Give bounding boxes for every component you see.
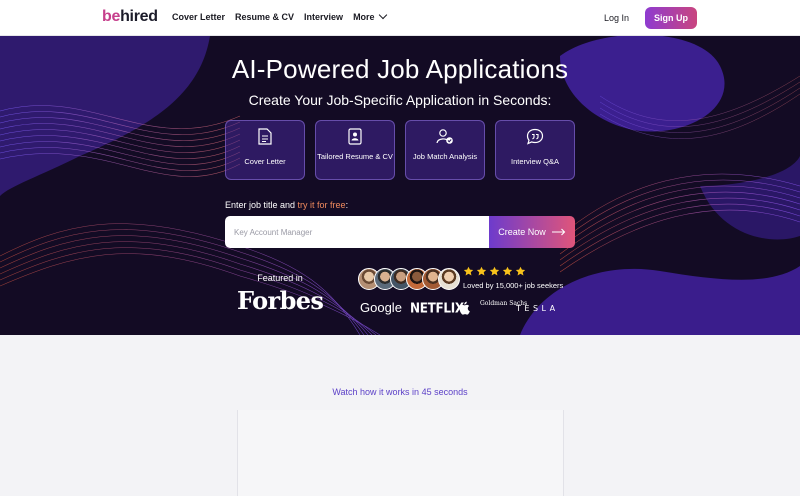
apple-icon (458, 301, 470, 320)
nav-link-interview[interactable]: Interview (304, 12, 343, 22)
prompt-text: Enter job title and (225, 200, 298, 210)
feature-label: Job Match Analysis (412, 152, 478, 161)
feature-label: Interview Q&A (511, 157, 559, 166)
hero-subtitle: Create Your Job-Specific Application in … (248, 92, 552, 108)
chevron-down-icon (378, 10, 387, 20)
nav-link-more-label: More (353, 12, 375, 22)
video-container[interactable] (237, 410, 564, 496)
nav-link-resume-cv[interactable]: Resume & CV (235, 12, 294, 22)
star-icon (502, 266, 513, 276)
feature-label: Tailored Resume & CV (317, 152, 393, 161)
logo-prefix: be (102, 8, 121, 25)
arrow-right-icon (551, 228, 566, 236)
star-icon (489, 266, 500, 276)
document-icon (226, 128, 304, 145)
login-link[interactable]: Log In (604, 13, 629, 23)
avatar (438, 268, 460, 290)
prompt-accent: try it for free (297, 200, 346, 210)
search-prompt: Enter job title and try it for free: (225, 200, 348, 210)
feature-card-tailored-resume[interactable]: Tailored Resume & CV (315, 120, 395, 180)
prompt-end: : (345, 200, 349, 210)
forbes-logo: Forbes (237, 286, 324, 315)
create-now-label: Create Now (498, 227, 546, 237)
netflix-logo: NETFLIX (410, 300, 464, 316)
star-icon (476, 266, 487, 276)
hero-section: AI-Powered Job Applications Create Your … (0, 36, 800, 335)
logo-suffix: hired (120, 8, 158, 25)
chat-quote-icon (496, 128, 574, 145)
logo[interactable]: behired (102, 8, 158, 26)
nav-link-cover-letter[interactable]: Cover Letter (172, 12, 225, 22)
feature-card-job-match[interactable]: Job Match Analysis (405, 120, 485, 180)
tesla-logo: TESLA (516, 304, 559, 313)
star-icon (515, 266, 526, 276)
watch-video-link[interactable]: Watch how it works in 45 seconds (0, 387, 800, 397)
loved-by-text: Loved by 15,000+ job seekers (463, 281, 564, 290)
google-logo: Google (360, 300, 402, 315)
create-now-button[interactable]: Create Now (489, 216, 575, 248)
nav-link-more[interactable]: More (353, 10, 387, 22)
nav-links: Cover Letter Resume & CV Interview More (172, 10, 387, 22)
user-check-icon (406, 128, 484, 145)
resume-icon (316, 128, 394, 145)
feature-card-cover-letter[interactable]: Cover Letter (225, 120, 305, 180)
featured-in-label: Featured in (257, 273, 303, 283)
job-title-input[interactable] (225, 216, 490, 248)
goldman-sachs-logo: Goldman Sachs (480, 300, 528, 307)
signup-button[interactable]: Sign Up (645, 7, 697, 29)
star-icon (463, 266, 474, 276)
top-nav: behired Cover Letter Resume & CV Intervi… (0, 0, 800, 36)
feature-card-interview-qa[interactable]: Interview Q&A (495, 120, 575, 180)
feature-label: Cover Letter (244, 157, 286, 166)
rating-stars (463, 266, 526, 277)
hero-title: AI-Powered Job Applications (231, 54, 569, 84)
